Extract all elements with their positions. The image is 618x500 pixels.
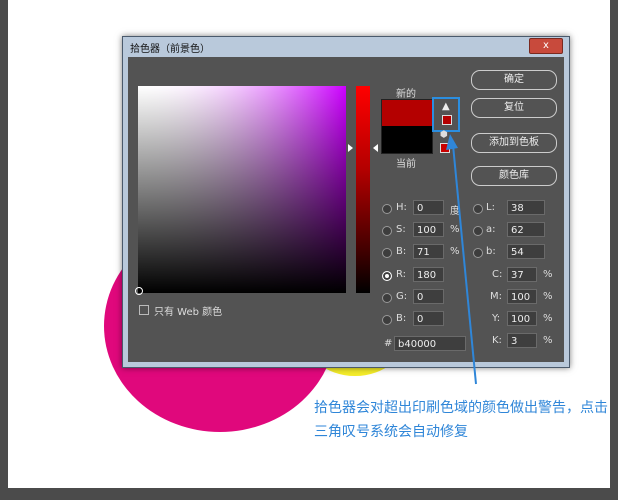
annotation-text: 拾色器会对超出印刷色域的颜色做出警告，点击三角叹号系统会自动修复: [314, 400, 608, 440]
